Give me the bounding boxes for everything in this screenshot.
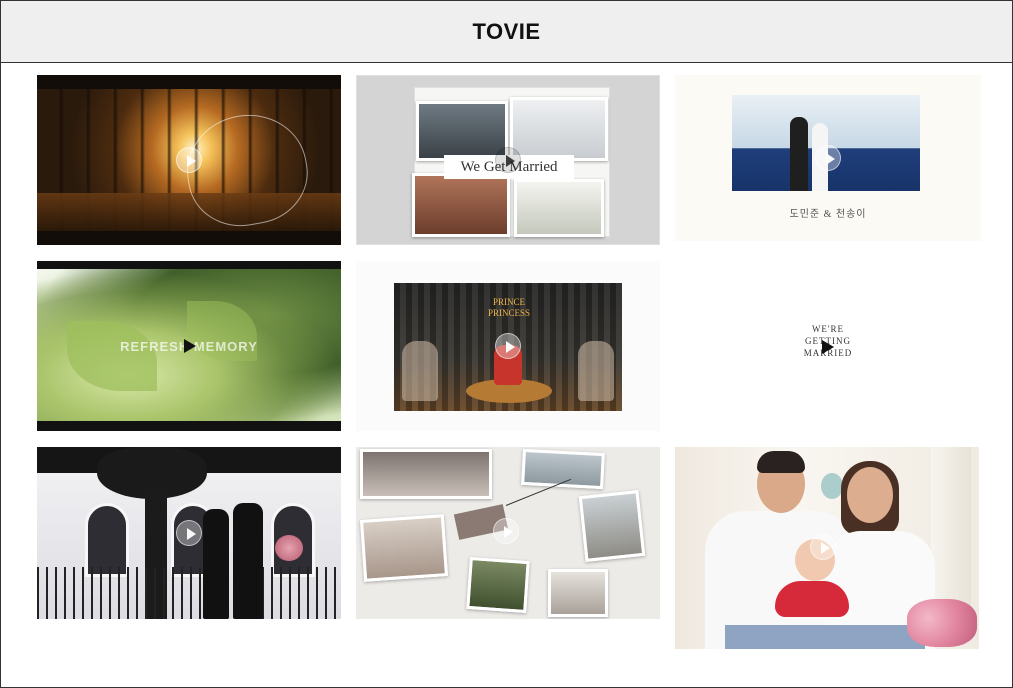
couple-photo <box>732 95 920 191</box>
flower-bouquet <box>907 599 977 647</box>
collage-photo <box>548 569 608 617</box>
mother-head <box>847 467 893 523</box>
play-icon[interactable] <box>495 147 521 173</box>
sign-line-2: PRINCESS <box>487 308 531 318</box>
collage-photo <box>466 556 530 614</box>
sign-line-1: PRINCE <box>492 297 525 307</box>
baby-dress <box>775 581 849 617</box>
video-thumbnail-4[interactable]: REFRESH MEMORY <box>37 261 341 431</box>
video-thumbnail-5[interactable]: PRINCE PRINCESS <box>356 261 660 431</box>
play-icon[interactable] <box>176 333 202 359</box>
video-thumbnail-8[interactable] <box>356 447 660 619</box>
collage-photo <box>416 101 508 161</box>
collage-photo <box>514 179 604 237</box>
play-icon[interactable] <box>495 333 521 359</box>
groom-figure <box>790 117 808 191</box>
collage-photo <box>412 173 510 237</box>
collage-photo <box>578 490 646 562</box>
video-thumbnail-9[interactable] <box>675 447 979 649</box>
balloon <box>821 473 843 499</box>
stage-sign: PRINCE PRINCESS <box>474 297 544 319</box>
collage-photo <box>360 449 492 499</box>
page-title: TOVIE <box>472 18 541 44</box>
collage-photo <box>359 514 449 582</box>
play-icon[interactable] <box>810 534 836 560</box>
page-frame: TOVIE We Get Married 도민준 & 천송이 REFRESH M… <box>0 0 1013 688</box>
bouquet <box>275 535 303 561</box>
video-thumbnail-2[interactable]: We Get Married <box>356 75 660 245</box>
child-figure <box>402 341 438 401</box>
arched-window <box>85 503 129 577</box>
father-hair <box>757 451 805 473</box>
page-header: TOVIE <box>1 1 1012 63</box>
play-icon[interactable] <box>176 520 202 546</box>
video-thumbnail-3[interactable]: 도민준 & 천송이 <box>675 75 981 241</box>
video-thumbnail-1[interactable] <box>37 75 341 245</box>
collage-photo <box>521 448 605 490</box>
play-icon[interactable] <box>493 518 519 544</box>
play-icon[interactable] <box>815 145 841 171</box>
jeans <box>725 625 925 649</box>
play-icon[interactable] <box>176 147 202 173</box>
couple-names: 도민준 & 천송이 <box>789 209 867 220</box>
iron-fence <box>37 567 341 619</box>
groom-figure <box>233 503 263 619</box>
video-thumbnail-7[interactable] <box>37 447 341 619</box>
child-figure <box>578 341 614 401</box>
play-icon[interactable] <box>814 334 840 360</box>
video-thumbnail-6[interactable]: WE'RE GETTING MARRIED <box>675 261 981 431</box>
collage-photo <box>510 97 608 161</box>
window-curtain <box>931 447 971 607</box>
bride-figure <box>203 509 229 619</box>
